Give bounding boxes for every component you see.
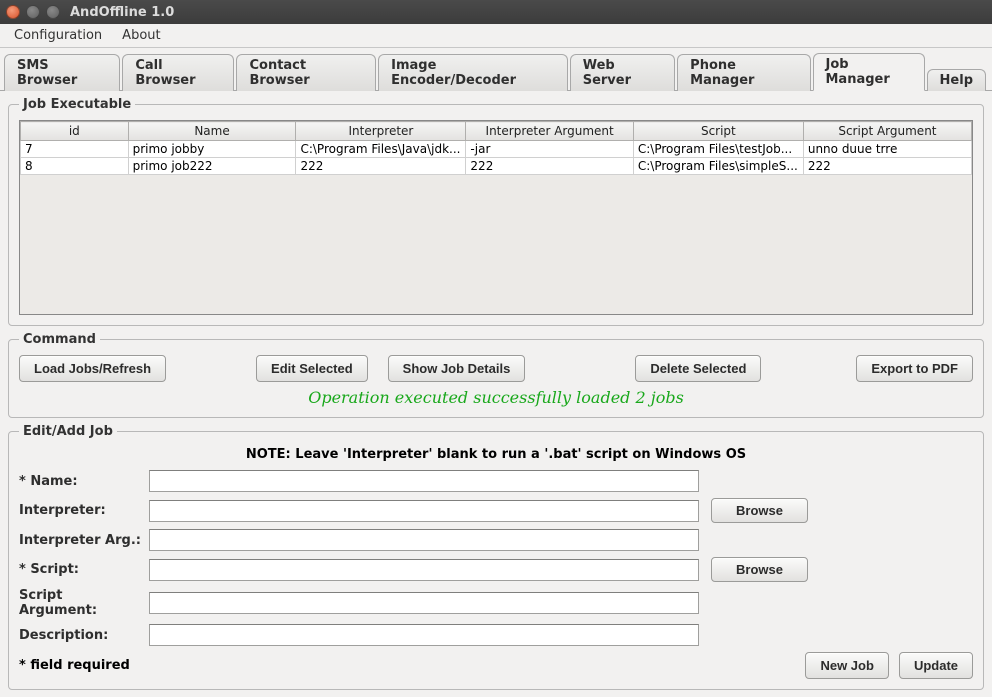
- edit-selected-button[interactable]: Edit Selected: [256, 355, 368, 382]
- col-interpreter-arg[interactable]: Interpreter Argument: [466, 122, 633, 141]
- interpreter-field[interactable]: [149, 500, 699, 522]
- label-interpreter: Interpreter:: [19, 503, 143, 518]
- table-row[interactable]: 8 primo job222 222 222 C:\Program Files\…: [21, 158, 972, 175]
- cell-id[interactable]: 8: [21, 158, 129, 175]
- table-header-row: id Name Interpreter Interpreter Argument…: [21, 122, 972, 141]
- delete-selected-button[interactable]: Delete Selected: [635, 355, 761, 382]
- tab-call-browser[interactable]: Call Browser: [122, 54, 234, 91]
- label-name: * Name:: [19, 474, 143, 489]
- tab-contact-browser[interactable]: Contact Browser: [236, 54, 376, 91]
- cell-script-arg[interactable]: unno duue trre: [803, 141, 971, 158]
- browse-interpreter-button[interactable]: Browse: [711, 498, 808, 523]
- description-field[interactable]: [149, 624, 699, 646]
- cell-interp[interactable]: 222: [296, 158, 466, 175]
- job-table[interactable]: id Name Interpreter Interpreter Argument…: [20, 121, 972, 175]
- update-button[interactable]: Update: [899, 652, 973, 679]
- command-legend: Command: [19, 332, 100, 347]
- row-name: * Name:: [19, 470, 973, 492]
- interpreter-note: NOTE: Leave 'Interpreter' blank to run a…: [19, 447, 973, 462]
- tab-phone-manager[interactable]: Phone Manager: [677, 54, 810, 91]
- label-description: Description:: [19, 628, 143, 643]
- cell-interp[interactable]: C:\Program Files\Java\jdk...: [296, 141, 466, 158]
- tab-web-server[interactable]: Web Server: [570, 54, 675, 91]
- edit-bottom-row: * field required New Job Update: [19, 652, 973, 679]
- cell-name[interactable]: primo job222: [128, 158, 296, 175]
- cell-interp-arg[interactable]: -jar: [466, 141, 633, 158]
- app-window: AndOffline 1.0 Configuration About SMS B…: [0, 0, 992, 697]
- browse-script-button[interactable]: Browse: [711, 557, 808, 582]
- window-title: AndOffline 1.0: [70, 5, 174, 20]
- interpreter-arg-field[interactable]: [149, 529, 699, 551]
- export-pdf-button[interactable]: Export to PDF: [856, 355, 973, 382]
- cell-interp-arg[interactable]: 222: [466, 158, 633, 175]
- tab-content: Job Executable id Name Interpreter Inter…: [0, 90, 992, 697]
- load-refresh-button[interactable]: Load Jobs/Refresh: [19, 355, 166, 382]
- cell-script[interactable]: C:\Program Files\simpleS...: [633, 158, 803, 175]
- job-executable-legend: Job Executable: [19, 97, 135, 112]
- menu-about[interactable]: About: [114, 26, 168, 45]
- name-field[interactable]: [149, 470, 699, 492]
- new-job-button[interactable]: New Job: [805, 652, 888, 679]
- minimize-icon[interactable]: [26, 5, 40, 19]
- row-interpreter-arg: Interpreter Arg.:: [19, 529, 973, 551]
- tab-image-encoder[interactable]: Image Encoder/Decoder: [378, 54, 568, 91]
- col-name[interactable]: Name: [128, 122, 296, 141]
- job-executable-panel: Job Executable id Name Interpreter Inter…: [8, 97, 984, 326]
- command-panel: Command Load Jobs/Refresh Edit Selected …: [8, 332, 984, 418]
- job-table-wrap: id Name Interpreter Interpreter Argument…: [19, 120, 973, 315]
- required-note: * field required: [19, 658, 130, 673]
- label-script: * Script:: [19, 562, 143, 577]
- status-message: Operation executed successfully loaded 2…: [19, 388, 973, 407]
- cell-script-arg[interactable]: 222: [803, 158, 971, 175]
- cell-name[interactable]: primo jobby: [128, 141, 296, 158]
- row-script-arg: Script Argument:: [19, 588, 973, 618]
- close-icon[interactable]: [6, 5, 20, 19]
- tab-help[interactable]: Help: [927, 69, 986, 91]
- row-interpreter: Interpreter: Browse: [19, 498, 973, 523]
- menu-configuration[interactable]: Configuration: [6, 26, 110, 45]
- edit-button-group: New Job Update: [805, 652, 973, 679]
- command-row: Load Jobs/Refresh Edit Selected Show Job…: [19, 355, 973, 382]
- label-interpreter-arg: Interpreter Arg.:: [19, 533, 143, 548]
- label-script-arg: Script Argument:: [19, 588, 143, 618]
- tab-bar: SMS Browser Call Browser Contact Browser…: [0, 48, 992, 90]
- script-field[interactable]: [149, 559, 699, 581]
- show-job-details-button[interactable]: Show Job Details: [388, 355, 526, 382]
- row-script: * Script: Browse: [19, 557, 973, 582]
- tab-job-manager[interactable]: Job Manager: [813, 53, 925, 91]
- col-id[interactable]: id: [21, 122, 129, 141]
- col-script-arg[interactable]: Script Argument: [803, 122, 971, 141]
- titlebar: AndOffline 1.0: [0, 0, 992, 24]
- maximize-icon[interactable]: [46, 5, 60, 19]
- cell-script[interactable]: C:\Program Files\testJob...: [633, 141, 803, 158]
- cell-id[interactable]: 7: [21, 141, 129, 158]
- edit-add-legend: Edit/Add Job: [19, 424, 117, 439]
- window-controls: [6, 5, 60, 19]
- col-interpreter[interactable]: Interpreter: [296, 122, 466, 141]
- tab-sms-browser[interactable]: SMS Browser: [4, 54, 120, 91]
- script-arg-field[interactable]: [149, 592, 699, 614]
- edit-add-job-panel: Edit/Add Job NOTE: Leave 'Interpreter' b…: [8, 424, 984, 690]
- row-description: Description:: [19, 624, 973, 646]
- menubar: Configuration About: [0, 24, 992, 48]
- table-row[interactable]: 7 primo jobby C:\Program Files\Java\jdk.…: [21, 141, 972, 158]
- col-script[interactable]: Script: [633, 122, 803, 141]
